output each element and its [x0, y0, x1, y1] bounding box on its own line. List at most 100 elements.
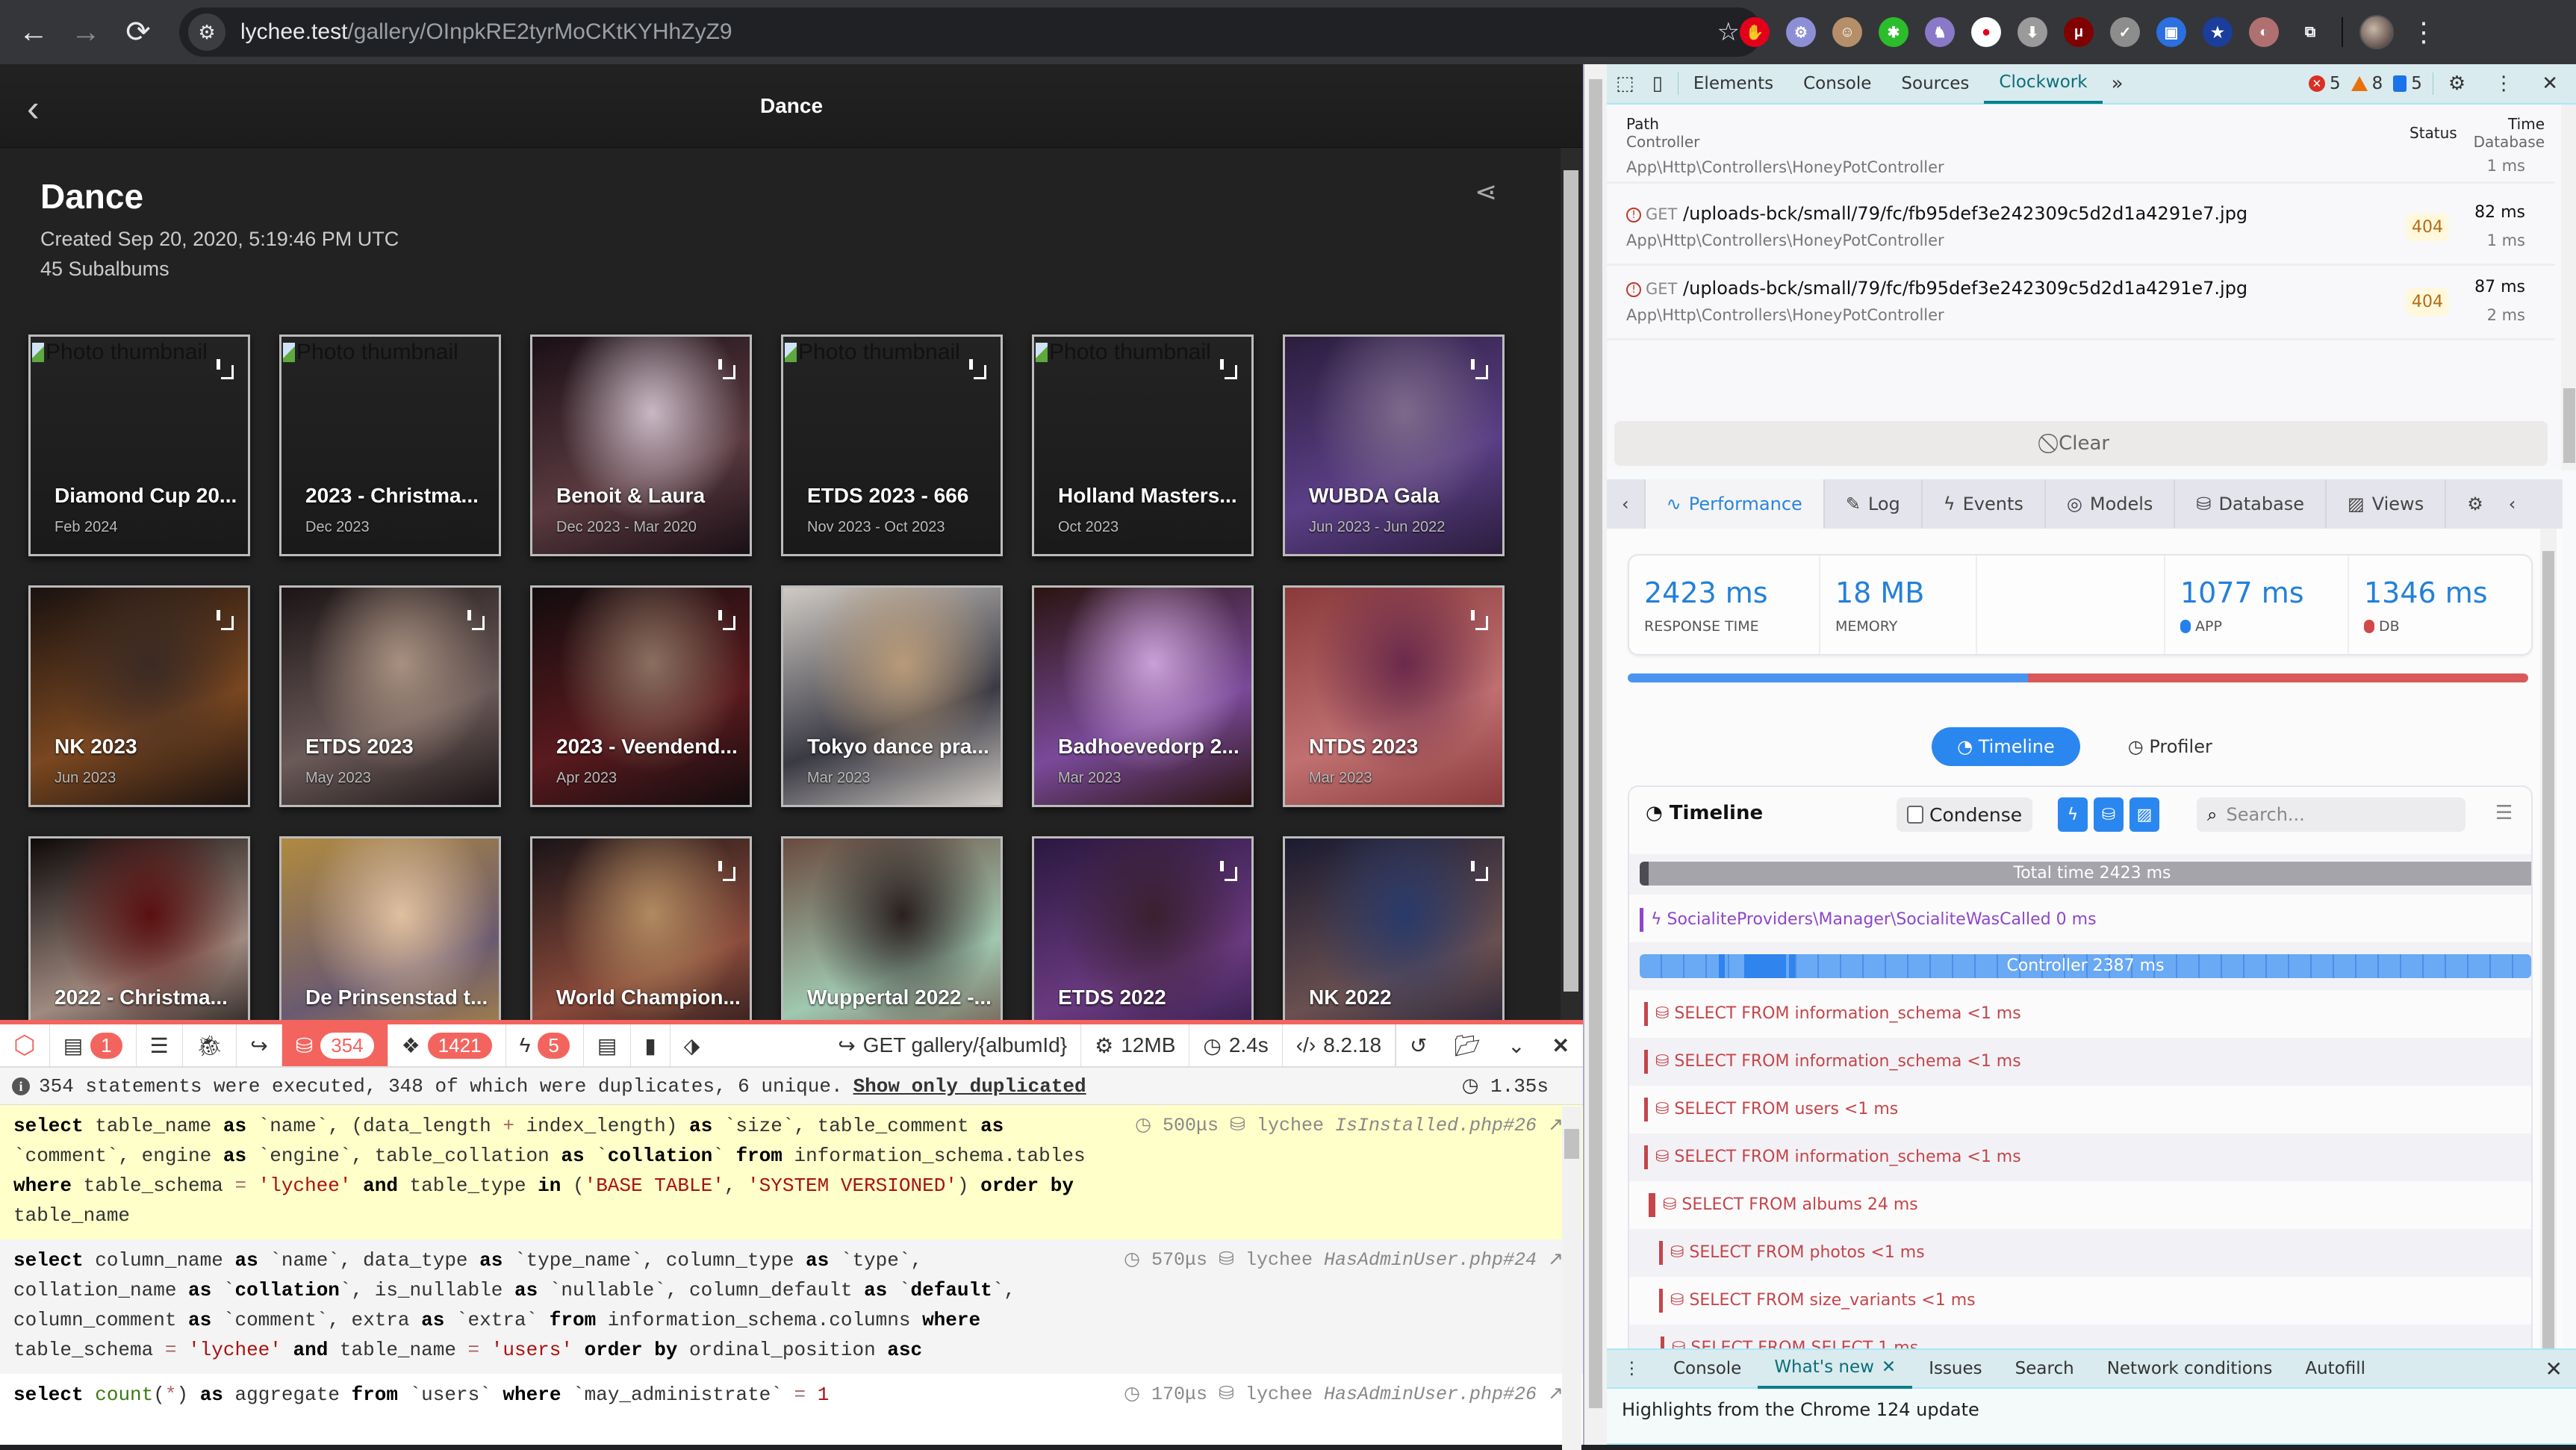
share-icon[interactable]: ⋖ — [1475, 176, 1497, 208]
open-folder-button[interactable]: 📂︎ — [1441, 1024, 1495, 1066]
query-source-link[interactable]: HasAdminUser.php#26 — [1324, 1384, 1537, 1405]
close-tab-icon[interactable]: ✕ — [1882, 1357, 1896, 1377]
close-devtools-icon[interactable]: ✕ — [2533, 72, 2567, 95]
drawer-tab-issues[interactable]: Issues — [1912, 1348, 1998, 1389]
joystick-extension-icon[interactable]: ⬇ — [2017, 17, 2047, 47]
request-row[interactable]: App\Http\Controllers\HoneyPotController … — [1607, 154, 2555, 184]
timeline-query[interactable]: ⛁ SELECT FROM users <1 ms — [1644, 1098, 1898, 1121]
album-card[interactable]: De Prinsenstad t... — [279, 836, 501, 1020]
warning-count[interactable]: 8 — [2351, 74, 2383, 93]
profile-avatar[interactable] — [2359, 15, 2394, 49]
timeline-query[interactable]: ⛁ SELECT FROM information_schema <1 ms — [1644, 1050, 2021, 1074]
error-count[interactable]: ✕ 5 — [2308, 74, 2341, 93]
debugbar-messages-tab[interactable]: ▤ 1 — [50, 1024, 137, 1066]
album-card[interactable]: NK 2022 — [1283, 836, 1505, 1020]
address-bar[interactable]: ⚙ lychee.test/gallery/OInpkRE2tyrMoCKtKY… — [179, 7, 1762, 57]
debugbar-views-tab[interactable]: ▤ — [584, 1024, 632, 1066]
album-card[interactable]: NTDS 2023 Mar 2023 — [1283, 585, 1505, 807]
timeline-query-row[interactable]: ⛁ SELECT FROM albums 24 ms — [1629, 1181, 2531, 1229]
album-card[interactable]: Photo thumbnail Diamond Cup 20... Feb 2024 — [28, 335, 250, 556]
query-source-link[interactable]: IsInstalled.php#26 — [1335, 1115, 1537, 1136]
cookie-extension-icon[interactable]: ◐ — [2249, 17, 2279, 47]
minimize-chevron-icon[interactable]: ⌄ — [1494, 1024, 1538, 1066]
face-extension-icon[interactable]: ☺ — [1832, 17, 1862, 47]
panel-tab-events[interactable]: ϟ Events — [1923, 479, 2046, 529]
query-source-link[interactable]: HasAdminUser.php#24 — [1324, 1249, 1537, 1271]
timeline-query[interactable]: ⛁ SELECT FROM information_schema <1 ms — [1644, 1145, 2021, 1169]
panel-tab-models[interactable]: ◎ Models — [2046, 479, 2176, 529]
album-card[interactable]: Photo thumbnail 2023 - Christma... Dec 202… — [279, 335, 501, 556]
devtools-left-scrollbar[interactable] — [1584, 64, 1607, 1445]
query-statement[interactable]: select table_name as `name`, (data_lengt… — [0, 1105, 1583, 1239]
debugbar-models-tab[interactable]: ❖ 1421 — [388, 1024, 506, 1066]
timeline-search[interactable]: ⌕ — [2197, 797, 2465, 832]
expand-chevron-icon[interactable]: ‹ — [2504, 479, 2521, 529]
request-row[interactable]: ! GET /uploads-bck/small/79/fc/fb95def3e2… — [1607, 193, 2555, 266]
url-text[interactable]: lychee.test/gallery/OInpkRE2tyrMoCKtKYHh… — [240, 19, 732, 45]
external-link-icon[interactable]: ↗ — [1548, 1384, 1564, 1405]
eu-privacy-icon[interactable]: ★ — [2203, 17, 2233, 47]
more-tabs-icon[interactable]: » — [2103, 72, 2132, 95]
timeline-controller-row[interactable]: Controller 2387 ms — [1629, 942, 2531, 990]
devtools-tab-clockwork[interactable]: Clockwork — [1984, 63, 2103, 104]
panel-tab-log[interactable]: ✎ Log — [1825, 479, 1923, 529]
timeline-query-row[interactable]: ⛁ SELECT FROM information_schema <1 ms — [1629, 990, 2531, 1038]
message-count[interactable]: 5 — [2393, 74, 2422, 93]
page-scrollbar[interactable] — [1561, 148, 1581, 1020]
timeline-query-row[interactable]: ⛁ SELECT FROM information_schema <1 ms — [1629, 1133, 2531, 1181]
album-card[interactable]: Tokyo dance pra... Mar 2023 — [781, 585, 1003, 807]
drawer-tab-network-conditions[interactable]: Network conditions — [2091, 1348, 2289, 1389]
clear-requests-button[interactable]: ⃠ Clear — [1614, 421, 2548, 466]
timeline-query-row[interactable]: ⛁ SELECT FROM users <1 ms — [1629, 1086, 2531, 1133]
debugbar-scrollbar-thumb[interactable] — [1564, 1129, 1579, 1159]
album-card[interactable]: Wuppertal 2022 -... — [781, 836, 1003, 1020]
csp-extension-icon[interactable]: ✓ — [2110, 17, 2140, 47]
timeline-event[interactable]: ϟ SocialiteProviders\Manager\SocialiteWa… — [1640, 908, 2097, 932]
external-link-icon[interactable]: ↗ — [1548, 1115, 1564, 1136]
drawer-tab-autofill[interactable]: Autofill — [2289, 1348, 2382, 1389]
timeline-search-input[interactable] — [2226, 804, 2436, 825]
external-link-icon[interactable]: ↗ — [1548, 1249, 1564, 1271]
puzzle-extensions-icon[interactable]: ⧉ — [2295, 17, 2325, 47]
devtools-menu-icon[interactable]: ⋮ — [2485, 72, 2522, 95]
drawer-tab-whats-new[interactable]: What's new ✕ — [1758, 1348, 1913, 1389]
album-card[interactable]: Photo thumbnail Holland Masters... Oct 202… — [1032, 335, 1254, 556]
album-card[interactable]: 2023 - Veendend... Apr 2023 — [530, 585, 752, 807]
cat-extension-icon[interactable]: ♞ — [1925, 17, 1955, 47]
site-info-icon[interactable]: ⚙ — [188, 13, 225, 51]
request-list-scrollbar-thumb[interactable] — [2563, 388, 2575, 463]
panel-settings-gear-icon[interactable]: ⚙ — [2446, 479, 2504, 529]
show-only-duplicated-link[interactable]: Show only duplicated — [853, 1075, 1086, 1098]
album-card[interactable]: 2022 - Christma... — [28, 836, 250, 1020]
devtools-left-scrollbar-thumb[interactable] — [1589, 79, 1602, 1408]
devtools-tab-sources[interactable]: Sources — [1886, 63, 1984, 104]
route-info[interactable]: ↪ GET gallery/{albumId} — [824, 1024, 1082, 1066]
reload-icon[interactable]: ⟳ — [112, 6, 164, 58]
window-extension-icon[interactable]: ▣ — [2156, 17, 2186, 47]
panel-tab-views[interactable]: ▨ Views — [2327, 479, 2447, 529]
album-card[interactable]: WUBDA Gala Jun 2023 - Jun 2022 — [1283, 335, 1505, 556]
panel-tab-database[interactable]: ⛁ Database — [2175, 479, 2327, 529]
album-card[interactable]: Badhoevedorp 2... Mar 2023 — [1032, 585, 1254, 807]
drawer-tab-console[interactable]: Console — [1657, 1348, 1758, 1389]
back-arrow-icon[interactable]: ← — [7, 6, 60, 58]
close-debugbar-icon[interactable]: ✕ — [1539, 1024, 1583, 1066]
debugbar-exceptions-tab[interactable]: 🐞︎ — [183, 1024, 237, 1066]
laravel-logo-icon[interactable]: ⬡ — [0, 1024, 50, 1066]
history-button[interactable]: ↺ — [1396, 1024, 1440, 1066]
settings-gear-icon[interactable]: ⚙ — [2432, 72, 2474, 95]
timeline-query[interactable]: ⛁ SELECT FROM photos <1 ms — [1659, 1241, 1925, 1265]
device-toolbar-icon[interactable]: ▯ — [1643, 72, 1679, 95]
query-statement[interactable]: select column_name as `name`, data_type … — [0, 1239, 1583, 1374]
request-row[interactable]: ! GET /uploads-bck/small/79/fc/fb95def3e2… — [1607, 267, 2555, 340]
timeline-query[interactable]: ⛁ SELECT FROM information_schema <1 ms — [1644, 1002, 2021, 1026]
album-card[interactable]: Benoit & Laura Dec 2023 - Mar 2020 — [530, 335, 752, 556]
album-card[interactable]: ETDS 2022 — [1032, 836, 1254, 1020]
controller-bar[interactable]: Controller 2387 ms — [1640, 954, 2531, 978]
filter-database-icon[interactable]: ⛁ — [2094, 797, 2124, 832]
debugbar-session-tab[interactable]: ▮ — [631, 1024, 671, 1066]
panel-tab-performance[interactable]: ∿ Performance — [1645, 479, 1825, 529]
timeline-query[interactable]: ⛁ SELECT FROM albums 24 ms — [1649, 1193, 1918, 1217]
checkbox-icon[interactable] — [1907, 806, 1923, 824]
timeline-event-row[interactable]: ϟ SocialiteProviders\Manager\SocialiteWa… — [1629, 894, 2531, 942]
